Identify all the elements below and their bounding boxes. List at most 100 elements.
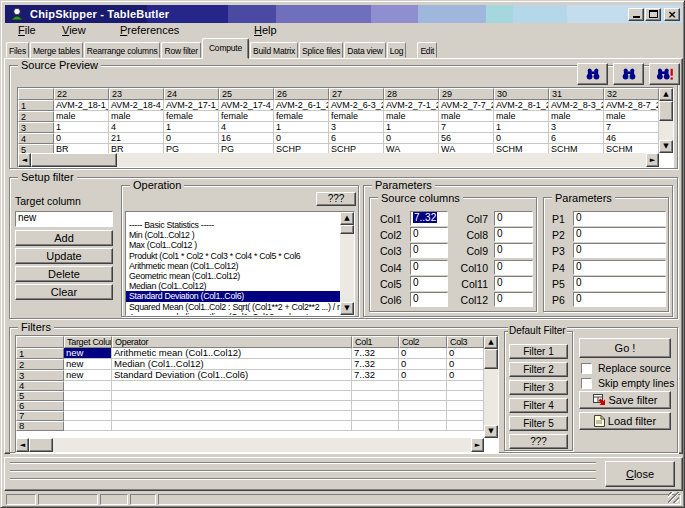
cell[interactable]: 0 (54, 133, 109, 144)
cell[interactable]: 7 (604, 122, 659, 133)
cell[interactable] (112, 401, 352, 411)
scroll-up-icon[interactable]: ▲ (340, 212, 354, 225)
skip-empty-lines-checkbox[interactable] (581, 378, 592, 389)
cell[interactable]: 6 (329, 133, 384, 144)
source-preview-grid[interactable]: 22232425262728293031321AVM-2_18-1_25AVM-… (18, 88, 659, 155)
cell[interactable]: 0 (384, 133, 439, 144)
row-header[interactable]: 5 (16, 391, 64, 401)
cell[interactable] (352, 391, 399, 401)
operation-item[interactable]: Max (Col1..Col12 ) (126, 240, 340, 250)
cell[interactable]: 21 (109, 133, 164, 144)
load-filter-button[interactable]: Load filter (579, 412, 671, 430)
maximize-button[interactable] (645, 8, 661, 21)
cell[interactable] (352, 401, 399, 411)
p5-input[interactable]: 0 (573, 276, 666, 291)
cell[interactable]: AVM-2_18-1_25 (54, 100, 109, 111)
column-header[interactable]: Operator (112, 336, 352, 348)
cell[interactable]: 7 (439, 122, 494, 133)
cell[interactable] (64, 401, 112, 411)
update-button[interactable]: Update (15, 248, 113, 264)
cell[interactable] (447, 411, 484, 421)
default--button[interactable]: ??? (509, 434, 568, 449)
hscroll-thumb[interactable] (31, 153, 117, 167)
cell[interactable]: male (494, 111, 549, 122)
tab-log[interactable]: Log (387, 42, 407, 58)
cell[interactable]: AVM-2_6-1_25 (274, 100, 329, 111)
cell[interactable]: 1 (164, 122, 219, 133)
default-filter-3-button[interactable]: Filter 3 (509, 380, 568, 395)
p1-input[interactable]: 0 (573, 211, 666, 226)
cell[interactable]: 46 (604, 133, 659, 144)
cell[interactable]: 1 (384, 122, 439, 133)
cell[interactable]: Median (Col1..Col12) (112, 359, 352, 370)
column-header[interactable]: 32 (604, 88, 659, 100)
column-header[interactable]: Col3 (447, 336, 484, 348)
col12-input[interactable]: 0 (494, 292, 533, 307)
column-header[interactable]: 31 (549, 88, 604, 100)
scroll-right-icon[interactable]: ► (471, 438, 484, 452)
col11-input[interactable]: 0 (494, 276, 533, 291)
cell[interactable] (447, 421, 484, 431)
cell[interactable] (447, 401, 484, 411)
column-header[interactable]: 26 (274, 88, 329, 100)
col3-input[interactable]: 0 (410, 243, 448, 258)
col1-input[interactable]: 7..32 (410, 211, 448, 226)
cell[interactable]: AVM-2_8-3_25 (549, 100, 604, 111)
cell[interactable] (352, 421, 399, 431)
cell[interactable]: 1 (274, 122, 329, 133)
close-button[interactable]: Close (605, 461, 675, 487)
col5-input[interactable]: 0 (410, 276, 448, 291)
cell[interactable]: 3 (549, 122, 604, 133)
scroll-up-icon[interactable]: ▲ (484, 336, 498, 349)
cell[interactable]: new (64, 359, 112, 370)
cell[interactable]: 0 (399, 370, 447, 381)
cell[interactable]: AVM-2_7-7_25 (439, 100, 494, 111)
operation-item[interactable]: Average, excluding outliers (Col1..Col12… (126, 312, 340, 316)
row-header[interactable]: 8 (16, 421, 64, 431)
cell[interactable]: AVM-2_6-3_25 (329, 100, 384, 111)
title-bar[interactable]: ChipSkipper - TableButler × (5, 5, 682, 23)
cell[interactable]: AVM-2_17-4_25 (219, 100, 274, 111)
menu-preferences[interactable]: Preferences (120, 24, 179, 36)
col8-input[interactable]: 0 (494, 227, 533, 242)
tab-files[interactable]: Files (6, 42, 29, 58)
row-header[interactable]: 4 (16, 381, 64, 391)
tab-rearrange-columns[interactable]: Rearrange columns (84, 42, 161, 58)
cell[interactable]: female (164, 111, 219, 122)
scroll-down-icon[interactable]: ▼ (340, 302, 354, 315)
operation-listbox[interactable]: ----- Basic Statistics -----Min (Col1..C… (125, 211, 355, 316)
cell[interactable]: 1 (54, 122, 109, 133)
cell[interactable]: Standard Deviation (Col1..Col6) (112, 370, 352, 381)
scroll-up-icon[interactable]: ▲ (659, 88, 673, 101)
column-header[interactable]: 24 (164, 88, 219, 100)
tab-row-filter[interactable]: Row filter (161, 42, 200, 58)
column-header[interactable]: Col1 (352, 336, 399, 348)
operation-item[interactable]: Produkt (Col1 * Col2 * Col3 * Col4 * Col… (126, 251, 340, 261)
default-filter-2-button[interactable]: Filter 2 (509, 362, 568, 377)
tab-build-matrix[interactable]: Build Matrix (250, 42, 298, 58)
operation-item[interactable]: Squared Mean (Col1..Col2 : Sqrt( (Col1**… (126, 302, 340, 312)
cell[interactable]: 4 (219, 122, 274, 133)
cell[interactable]: 0 (274, 133, 329, 144)
cell[interactable] (112, 381, 352, 391)
p4-input[interactable]: 0 (573, 260, 666, 275)
row-header[interactable]: 3 (16, 370, 64, 381)
row-header[interactable]: 3 (18, 122, 54, 133)
replace-source-checkbox[interactable] (581, 363, 592, 374)
row-header[interactable]: 1 (16, 348, 64, 359)
tab-merge-tables[interactable]: Merge tables (30, 42, 83, 58)
operation-vscrollbar[interactable]: ▲ ▼ (340, 212, 354, 315)
cell[interactable]: 3 (329, 122, 384, 133)
add-button[interactable]: Add (15, 230, 113, 246)
vscroll-thumb[interactable] (340, 225, 354, 234)
cell[interactable]: new (64, 348, 112, 359)
row-header[interactable]: 6 (16, 401, 64, 411)
p2-input[interactable]: 0 (573, 227, 666, 242)
cell[interactable]: female (274, 111, 329, 122)
tab-compute[interactable]: Compute (202, 38, 249, 59)
menu-view[interactable]: View (62, 24, 86, 36)
row-header[interactable]: 1 (18, 100, 54, 111)
target-column-input[interactable]: new (15, 211, 113, 227)
p6-input[interactable]: 0 (573, 292, 666, 307)
close-window-button[interactable]: × (664, 8, 680, 21)
